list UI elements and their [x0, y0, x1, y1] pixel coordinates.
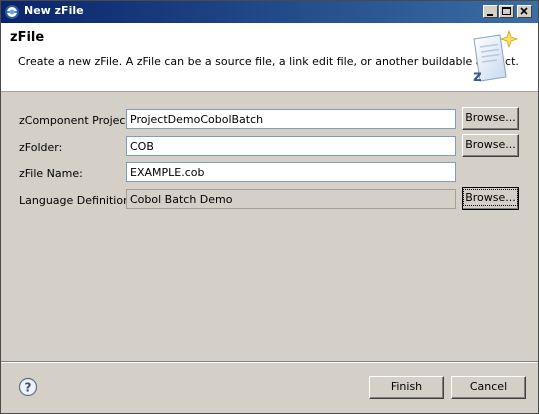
file-name-field[interactable]: EXAMPLE.cob: [126, 162, 456, 182]
language-field: Cobol Batch Demo: [126, 189, 456, 209]
finish-button[interactable]: Finish: [369, 376, 444, 399]
project-browse-label: Browse...: [465, 111, 516, 124]
cancel-button[interactable]: Cancel: [451, 376, 526, 399]
file-name-label: zFile Name:: [19, 167, 83, 180]
close-icon: [520, 7, 528, 15]
title-bar[interactable]: New zFile: [1, 1, 538, 23]
minimize-button[interactable]: [483, 5, 498, 18]
eclipse-icon: [5, 5, 19, 19]
footer-separator: [1, 361, 538, 363]
page-description: Create a new zFile. A zFile can be a sou…: [18, 55, 519, 68]
wizard-header: zFile Create a new zFile. A zFile can be…: [1, 23, 538, 92]
new-zfile-dialog: New zFile zFile Create a new zFile. A zF…: [0, 0, 539, 414]
language-browse-button[interactable]: Browse...: [462, 187, 519, 210]
language-browse-label: Browse...: [463, 189, 518, 206]
maximize-button[interactable]: [499, 5, 514, 18]
folder-field[interactable]: COB: [126, 136, 456, 156]
project-label: zComponent Project:: [19, 114, 134, 127]
folder-browse-label: Browse...: [465, 138, 516, 151]
project-browse-button[interactable]: Browse...: [462, 107, 519, 130]
maximize-icon: [502, 7, 511, 15]
page-title: zFile: [10, 30, 45, 45]
folder-browse-button[interactable]: Browse...: [462, 134, 519, 157]
finish-label: Finish: [390, 380, 423, 393]
new-zfile-wizard-icon: z: [473, 29, 519, 85]
close-button[interactable]: [517, 5, 532, 18]
project-field[interactable]: ProjectDemoCobolBatch: [126, 109, 456, 129]
language-label: Language Definition:: [19, 194, 134, 207]
svg-text:?: ?: [25, 381, 32, 395]
folder-label: zFolder:: [19, 141, 63, 154]
cancel-label: Cancel: [469, 380, 508, 393]
svg-text:z: z: [473, 67, 482, 85]
help-icon[interactable]: ?: [18, 377, 38, 397]
window-title: New zFile: [24, 4, 84, 17]
minimize-icon: [487, 14, 493, 16]
